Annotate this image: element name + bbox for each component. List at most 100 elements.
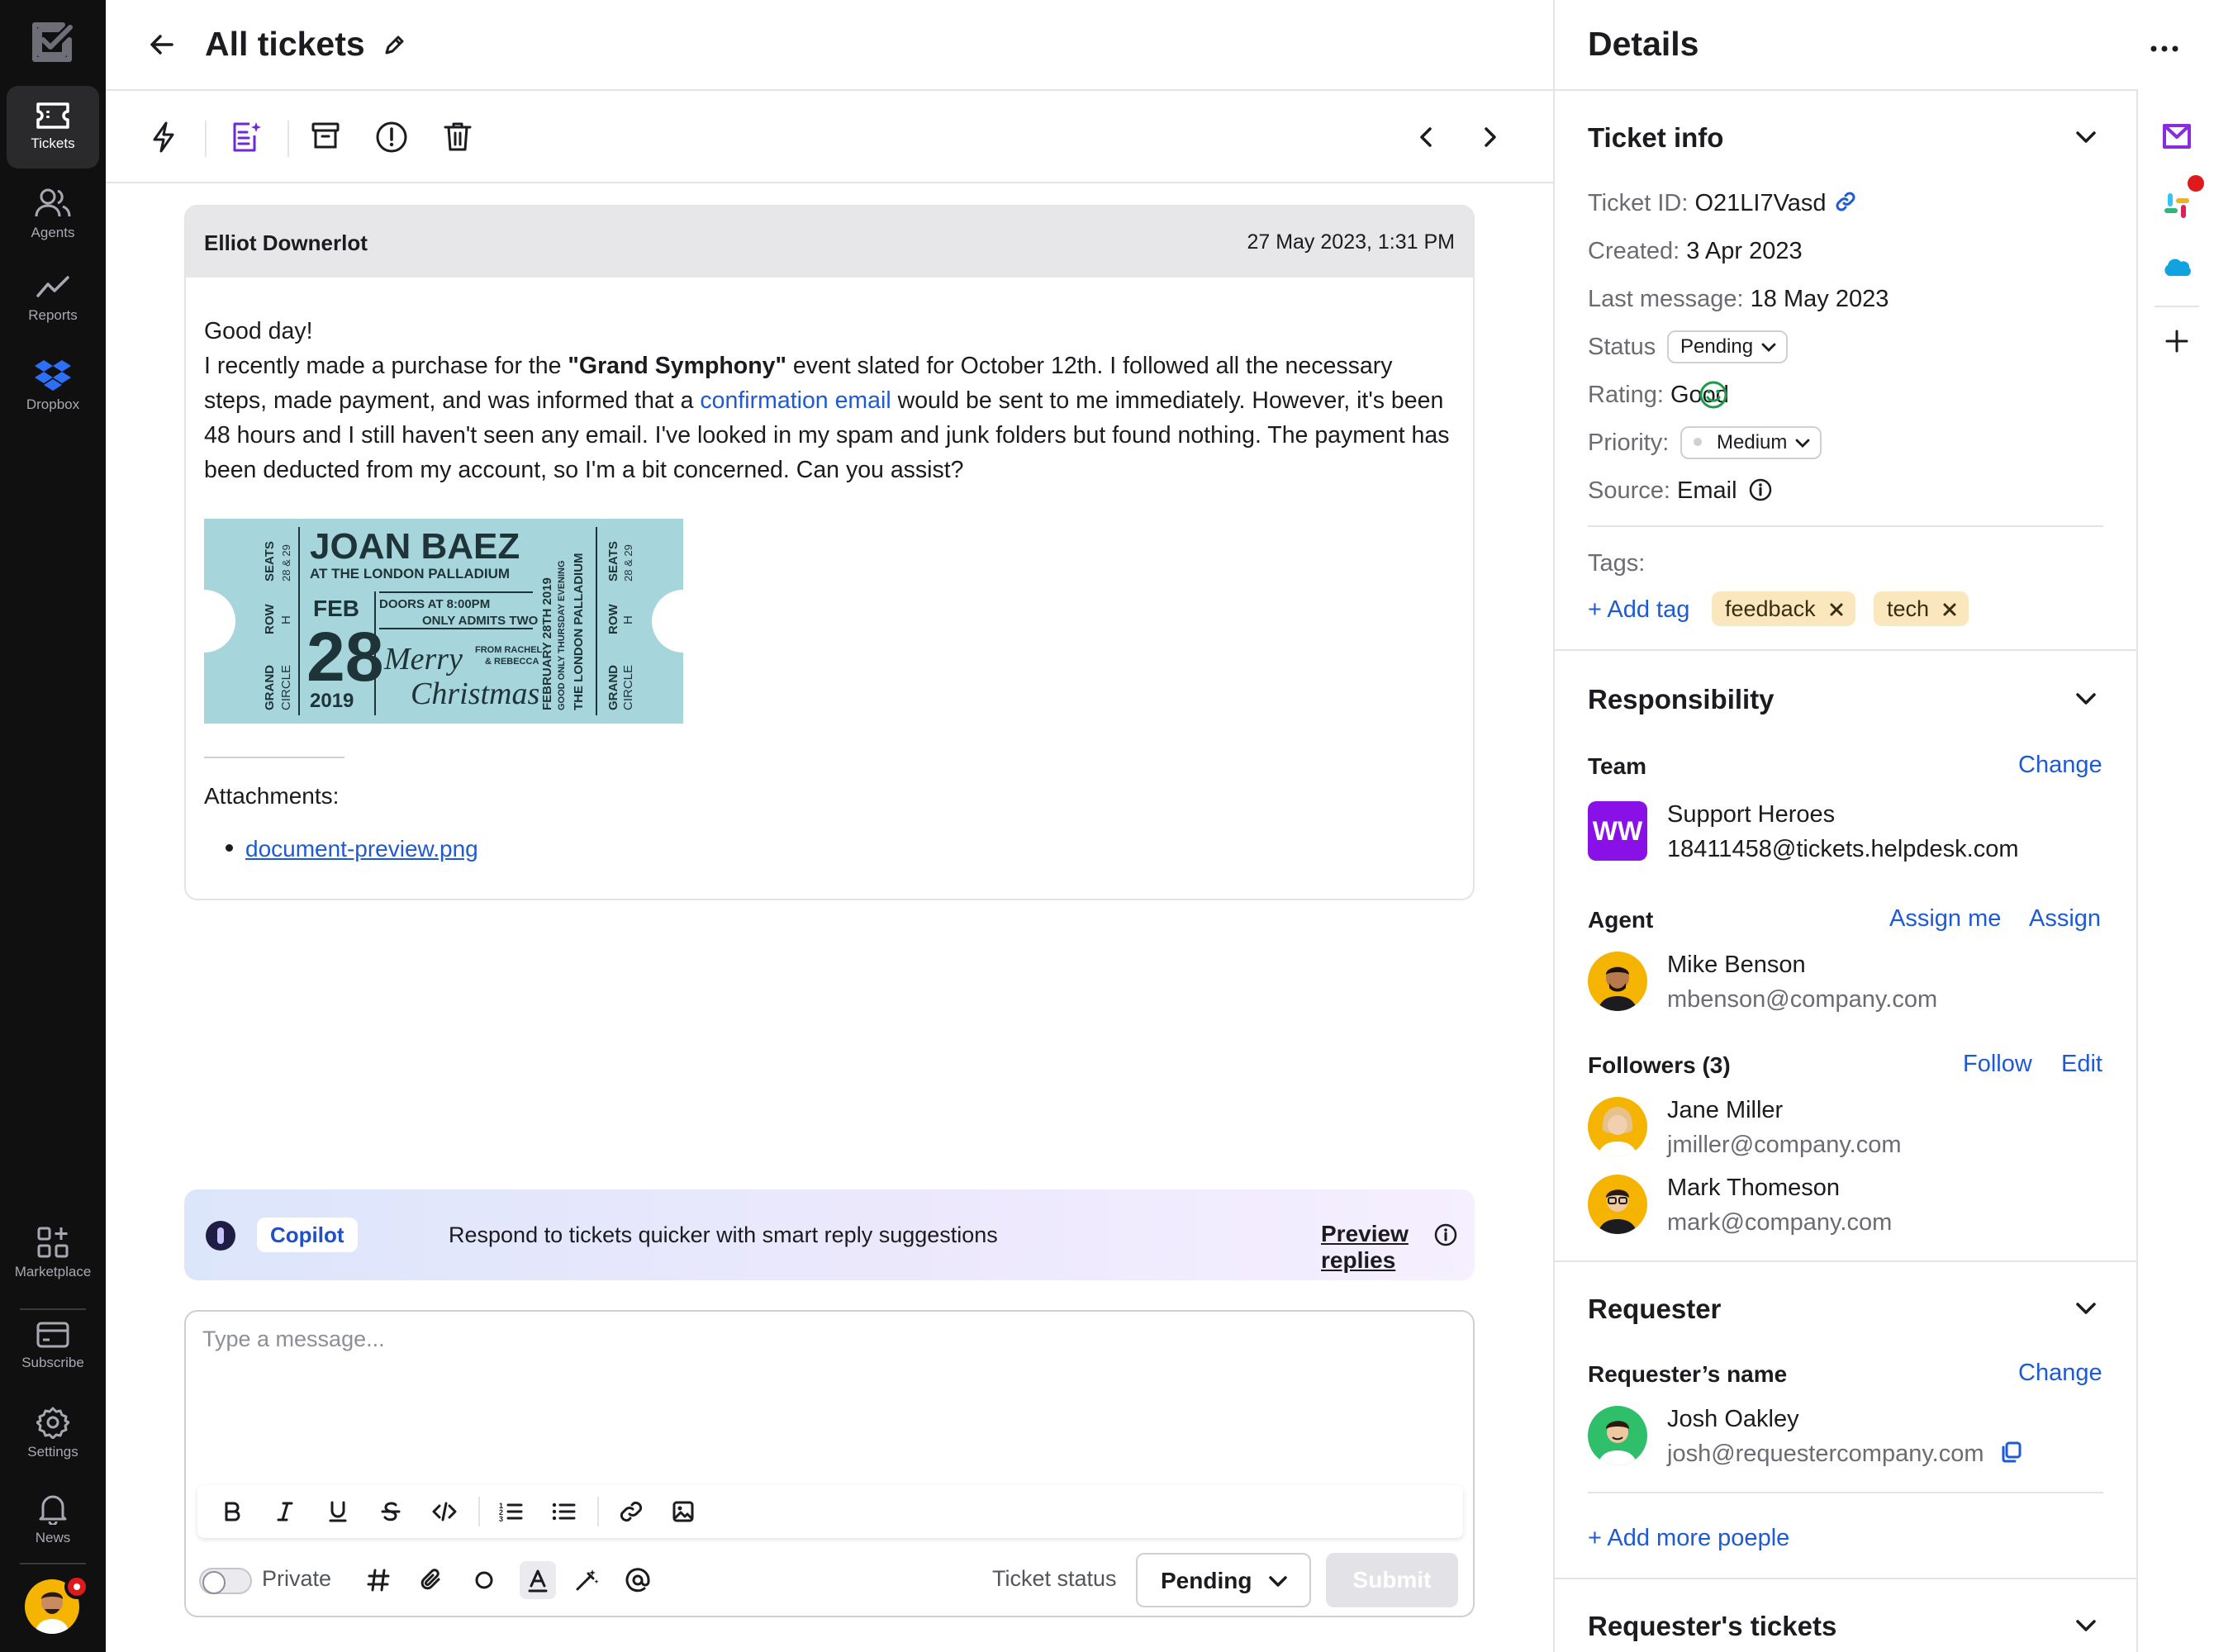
change-team-link[interactable]: Change bbox=[2018, 752, 2102, 779]
agent-avatar bbox=[1588, 952, 1647, 1011]
nav-item-subscribe[interactable]: Subscribe bbox=[7, 1305, 99, 1388]
magic-wand-icon[interactable] bbox=[574, 1568, 599, 1593]
priority-value: Medium bbox=[1717, 431, 1788, 453]
nav-item-news[interactable]: News bbox=[7, 1477, 99, 1559]
info-icon[interactable] bbox=[1748, 477, 1773, 502]
smiley-icon bbox=[1699, 380, 1728, 410]
details-title: Details bbox=[1588, 25, 1699, 63]
text-color-button[interactable] bbox=[520, 1561, 556, 1599]
link-icon[interactable] bbox=[619, 1500, 644, 1523]
circle-icon[interactable] bbox=[472, 1568, 496, 1593]
underline-icon[interactable] bbox=[326, 1500, 349, 1523]
nav-label: Agents bbox=[31, 225, 75, 240]
ticket-status-value: Pending bbox=[1161, 1568, 1252, 1593]
message-header: Elliot Downerlot 27 May 2023, 1:31 PM bbox=[186, 206, 1473, 278]
agent-name: Mike Benson bbox=[1667, 952, 1806, 978]
more-options-icon[interactable] bbox=[2150, 43, 2179, 55]
nav-label: News bbox=[35, 1530, 71, 1545]
followers-label: Followers (3) bbox=[1588, 1052, 1731, 1078]
ticket-seats-right: SEATS bbox=[606, 541, 620, 582]
chevron-down-icon[interactable] bbox=[2074, 127, 2098, 147]
alert-icon[interactable] bbox=[375, 121, 408, 154]
follow-link[interactable]: Follow bbox=[1963, 1051, 2032, 1078]
nav-item-agents[interactable]: Agents bbox=[7, 172, 99, 254]
pencil-icon[interactable] bbox=[383, 33, 406, 56]
section-divider bbox=[1588, 1492, 2103, 1493]
priority-dot bbox=[1694, 437, 1702, 446]
tag-feedback[interactable]: feedback bbox=[1712, 591, 1855, 626]
change-requester-link[interactable]: Change bbox=[2018, 1360, 2102, 1387]
message-input[interactable] bbox=[202, 1327, 1442, 1434]
ticket-day: 28 bbox=[306, 618, 383, 695]
ticket-seats-value: 28 & 29 bbox=[280, 544, 292, 582]
hashtag-icon[interactable] bbox=[366, 1568, 391, 1593]
ticket-id-row: Ticket ID: O21LI7Vasd bbox=[1588, 190, 1827, 216]
concert-ticket-image[interactable]: JOAN BAEZ AT THE LONDON PALLADIUM FEB 28… bbox=[204, 519, 683, 724]
code-icon[interactable] bbox=[432, 1500, 457, 1523]
status-select[interactable]: Pending bbox=[1667, 330, 1789, 363]
copilot-text: Respond to tickets quicker with smart re… bbox=[449, 1222, 998, 1247]
ticket-status-select[interactable]: Pending bbox=[1136, 1553, 1311, 1607]
attachment-link[interactable]: document-preview.png bbox=[245, 836, 478, 862]
italic-icon[interactable] bbox=[273, 1500, 297, 1523]
submit-button[interactable]: Submit bbox=[1326, 1553, 1458, 1607]
copilot-icon bbox=[206, 1221, 235, 1251]
chevron-left-icon[interactable] bbox=[1416, 126, 1436, 149]
nav-divider bbox=[20, 1563, 86, 1564]
lightning-icon[interactable] bbox=[150, 121, 177, 154]
add-tag-link[interactable]: + Add tag bbox=[1588, 596, 1689, 624]
nav-item-tickets[interactable]: Tickets bbox=[7, 86, 99, 169]
ticket-toolbar bbox=[106, 93, 1553, 183]
created-value: 3 Apr 2023 bbox=[1686, 238, 1803, 264]
add-more-people-link[interactable]: + Add more poeple bbox=[1588, 1525, 1789, 1552]
section-divider bbox=[1555, 1578, 2138, 1579]
bold-icon[interactable] bbox=[221, 1500, 244, 1523]
mention-icon[interactable] bbox=[625, 1568, 650, 1593]
edit-followers-link[interactable]: Edit bbox=[2061, 1051, 2102, 1078]
nav-item-marketplace[interactable]: Marketplace bbox=[7, 1211, 99, 1294]
app-logo-icon[interactable] bbox=[30, 21, 76, 63]
top-bar: All tickets bbox=[106, 0, 1553, 91]
chevron-right-icon[interactable] bbox=[1480, 126, 1500, 149]
priority-select[interactable]: Medium bbox=[1680, 426, 1822, 459]
ticket-venue: AT THE LONDON PALLADIUM bbox=[310, 566, 510, 582]
nav-item-settings[interactable]: Settings bbox=[7, 1391, 99, 1474]
copy-link-icon[interactable] bbox=[1834, 190, 1857, 213]
ticket-id-value: O21LI7Vasd bbox=[1694, 190, 1827, 216]
chevron-down-icon[interactable] bbox=[2074, 1616, 2098, 1635]
nav-item-dropbox[interactable]: Dropbox bbox=[7, 344, 99, 426]
source-row: Source: Email bbox=[1588, 477, 1737, 504]
salesforce-icon[interactable] bbox=[2161, 256, 2193, 279]
mail-app-icon[interactable] bbox=[2161, 122, 2193, 150]
copy-icon[interactable] bbox=[1999, 1441, 2022, 1464]
chevron-down-icon[interactable] bbox=[2074, 1298, 2098, 1318]
assign-me-link[interactable]: Assign me bbox=[1889, 905, 2001, 933]
page-title: All tickets bbox=[205, 25, 365, 63]
nav-item-reports[interactable]: Reports bbox=[7, 258, 99, 340]
attachment-icon[interactable] bbox=[419, 1568, 444, 1593]
rail-divider bbox=[2155, 306, 2199, 307]
info-icon[interactable] bbox=[1433, 1222, 1458, 1247]
back-arrow-icon[interactable] bbox=[149, 31, 175, 58]
slack-icon[interactable] bbox=[2161, 190, 2193, 221]
tag-tech[interactable]: tech bbox=[1874, 591, 1969, 626]
strikethrough-icon[interactable] bbox=[379, 1500, 402, 1523]
bullet-list-icon[interactable] bbox=[551, 1500, 576, 1523]
ticket-from2: & REBECCA bbox=[485, 657, 539, 667]
svg-text:3: 3 bbox=[499, 1515, 503, 1523]
trash-icon[interactable] bbox=[443, 121, 473, 152]
image-icon[interactable] bbox=[672, 1500, 695, 1523]
gear-icon bbox=[7, 1406, 99, 1439]
chevron-down-icon[interactable] bbox=[2074, 689, 2098, 709]
confirmation-email-link[interactable]: confirmation email bbox=[700, 387, 891, 414]
assign-link[interactable]: Assign bbox=[2029, 905, 2101, 933]
numbered-list-icon[interactable]: 123 bbox=[498, 1500, 523, 1523]
private-toggle[interactable] bbox=[199, 1568, 252, 1594]
ai-summary-icon[interactable] bbox=[230, 121, 263, 154]
archive-icon[interactable] bbox=[311, 121, 340, 150]
toolbar-divider bbox=[478, 1497, 480, 1526]
nav-label: Settings bbox=[27, 1444, 78, 1460]
ticket-admits: ONLY ADMITS TWO bbox=[422, 614, 539, 628]
details-panel: Details Ticket info Ticket ID: O21LI7Vas… bbox=[1553, 0, 2138, 1652]
add-icon[interactable] bbox=[2164, 329, 2189, 354]
